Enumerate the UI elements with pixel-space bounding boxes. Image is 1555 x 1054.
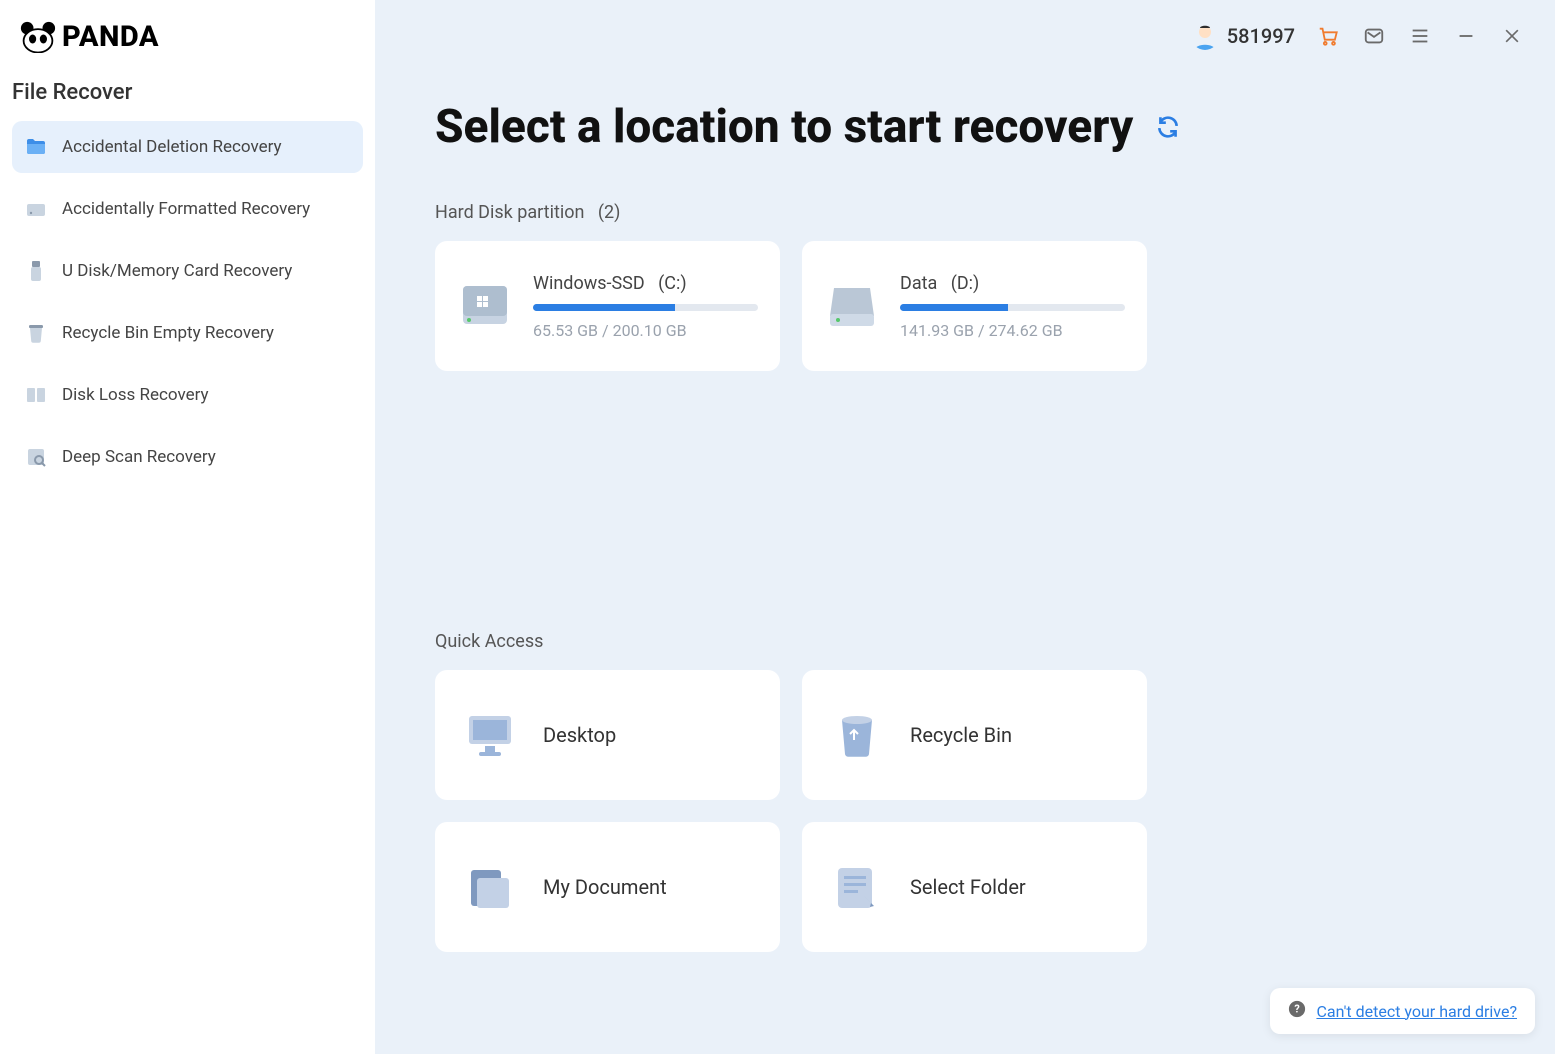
svg-text:?: ? xyxy=(1295,1003,1300,1016)
quick-access-desktop[interactable]: Desktop xyxy=(435,670,780,800)
sidebar-item-deepscan[interactable]: Deep Scan Recovery xyxy=(12,431,363,483)
drive-icon xyxy=(24,197,48,221)
hdd-icon xyxy=(824,278,880,334)
close-button[interactable] xyxy=(1499,23,1525,49)
sidebar-item-label: Accidental Deletion Recovery xyxy=(62,137,282,157)
usb-icon xyxy=(24,259,48,283)
quick-access-section-label: Quick Access xyxy=(435,631,1495,652)
quick-access-label: Recycle Bin xyxy=(910,723,1012,747)
drive-usage-bar xyxy=(533,304,758,311)
titlebar: 581997 xyxy=(1161,0,1555,72)
brand-logo: PANDA xyxy=(12,20,363,80)
brand-name: PANDA xyxy=(62,20,159,54)
drive-usage-text: 65.53 GB / 200.10 GB xyxy=(533,321,758,340)
sidebar-item-formatted[interactable]: Accidentally Formatted Recovery xyxy=(12,183,363,235)
panda-logo-icon xyxy=(20,21,56,53)
sidebar-item-label: Recycle Bin Empty Recovery xyxy=(62,323,274,343)
sidebar-item-accidental-deletion[interactable]: Accidental Deletion Recovery xyxy=(12,121,363,173)
document-folder-icon xyxy=(463,860,517,914)
windows-drive-icon xyxy=(457,278,513,334)
partitions-section-label: Hard Disk partition (2) xyxy=(435,202,1495,223)
drive-usage-bar xyxy=(900,304,1125,311)
broken-disk-icon xyxy=(24,383,48,407)
menu-icon[interactable] xyxy=(1407,23,1433,49)
minimize-button[interactable] xyxy=(1453,23,1479,49)
user-id: 581997 xyxy=(1227,24,1295,48)
sidebar-item-label: Deep Scan Recovery xyxy=(62,447,216,467)
page-title: Select a location to start recovery xyxy=(435,100,1133,154)
help-bubble[interactable]: ? Can't detect your hard drive? xyxy=(1270,988,1535,1034)
quick-access-label: Desktop xyxy=(543,723,616,747)
sidebar: PANDA File Recover Accidental Deletion R… xyxy=(0,0,375,1054)
drive-card-c[interactable]: Windows-SSD (C:) 65.53 GB / 200.10 GB xyxy=(435,241,780,371)
quick-access-selectfolder[interactable]: Select Folder xyxy=(802,822,1147,952)
select-folder-icon xyxy=(830,860,884,914)
sidebar-item-label: Accidentally Formatted Recovery xyxy=(62,199,310,219)
sidebar-section-title: File Recover xyxy=(12,80,363,121)
quick-access-label: My Document xyxy=(543,875,667,899)
refresh-button[interactable] xyxy=(1155,114,1181,140)
drive-name: Data (D:) xyxy=(900,273,1125,294)
cart-icon[interactable] xyxy=(1315,23,1341,49)
sidebar-item-udisk[interactable]: U Disk/Memory Card Recovery xyxy=(12,245,363,297)
trash-icon xyxy=(24,321,48,345)
sidebar-item-label: U Disk/Memory Card Recovery xyxy=(62,261,292,281)
quick-access-label: Select Folder xyxy=(910,875,1026,899)
avatar-icon xyxy=(1191,22,1219,50)
quick-access-mydocument[interactable]: My Document xyxy=(435,822,780,952)
scan-icon xyxy=(24,445,48,469)
sidebar-item-recyclebin[interactable]: Recycle Bin Empty Recovery xyxy=(12,307,363,359)
drive-usage-text: 141.93 GB / 274.62 GB xyxy=(900,321,1125,340)
desktop-icon xyxy=(463,708,517,762)
help-link[interactable]: Can't detect your hard drive? xyxy=(1316,1002,1517,1021)
mail-icon[interactable] xyxy=(1361,23,1387,49)
quick-access-recyclebin[interactable]: Recycle Bin xyxy=(802,670,1147,800)
main-content: 581997 Select a location to start recove… xyxy=(375,0,1555,1054)
sidebar-item-diskloss[interactable]: Disk Loss Recovery xyxy=(12,369,363,421)
folder-icon xyxy=(24,135,48,159)
drive-card-d[interactable]: Data (D:) 141.93 GB / 274.62 GB xyxy=(802,241,1147,371)
drive-name: Windows-SSD (C:) xyxy=(533,273,758,294)
help-icon: ? xyxy=(1288,1000,1306,1022)
recycle-bin-icon xyxy=(830,708,884,762)
sidebar-item-label: Disk Loss Recovery xyxy=(62,385,209,405)
user-chip[interactable]: 581997 xyxy=(1191,22,1295,50)
